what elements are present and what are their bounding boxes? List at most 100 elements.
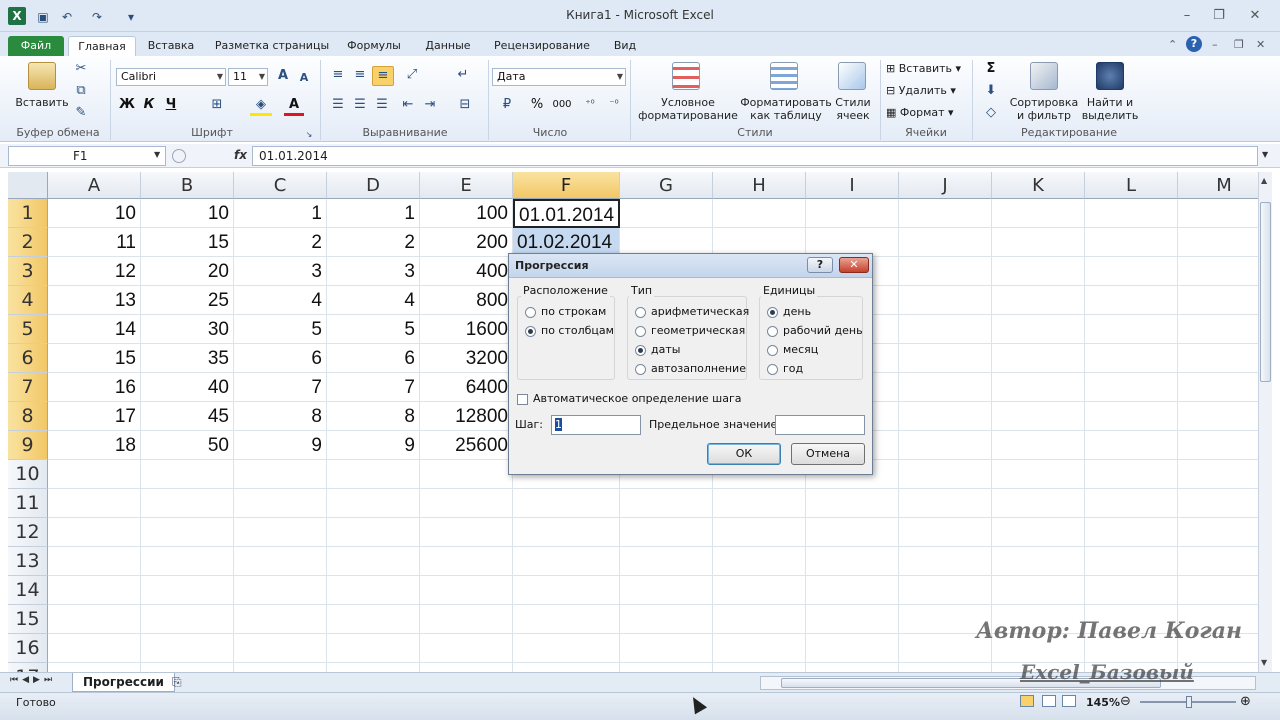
cell-i14[interactable]: [806, 576, 899, 605]
cell-j1[interactable]: [899, 199, 992, 228]
format-cells-button[interactable]: ▦ Формат ▾: [886, 106, 954, 119]
cell-f11[interactable]: [513, 489, 620, 518]
cell-g12[interactable]: [620, 518, 713, 547]
expand-formula-bar-icon[interactable]: ▼: [1262, 150, 1268, 159]
row-header-13[interactable]: 13: [8, 547, 48, 576]
cell-h16[interactable]: [713, 634, 806, 663]
zoom-out-icon[interactable]: ⊖: [1120, 693, 1131, 711]
cell-styles-button[interactable]: Стили ячеек: [828, 96, 878, 122]
cell-k2[interactable]: [992, 228, 1085, 257]
vertical-scrollbar[interactable]: ▲ ▼: [1258, 172, 1272, 672]
cell-b5[interactable]: 30: [141, 315, 234, 344]
cell-m5[interactable]: [1178, 315, 1258, 344]
cell-h12[interactable]: [713, 518, 806, 547]
row-header-10[interactable]: 10: [8, 460, 48, 489]
radio-workday[interactable]: рабочий день: [767, 323, 863, 339]
cell-e9[interactable]: 25600: [420, 431, 513, 460]
cell-h11[interactable]: [713, 489, 806, 518]
format-as-table-button[interactable]: Форматировать как таблицу: [740, 96, 832, 122]
cell-e12[interactable]: [420, 518, 513, 547]
cell-k13[interactable]: [992, 547, 1085, 576]
decrease-decimal-icon[interactable]: ⁻⁰: [604, 96, 624, 116]
cell-l11[interactable]: [1085, 489, 1178, 518]
tab-review[interactable]: Рецензирование: [490, 36, 594, 56]
cell-b11[interactable]: [141, 489, 234, 518]
row-header-5[interactable]: 5: [8, 315, 48, 344]
clear-icon[interactable]: ◇: [980, 104, 1002, 124]
cell-a13[interactable]: [48, 547, 141, 576]
cell-f15[interactable]: [513, 605, 620, 634]
name-box[interactable]: F1: [8, 146, 166, 166]
cell-m2[interactable]: [1178, 228, 1258, 257]
row-header-15[interactable]: 15: [8, 605, 48, 634]
cell-j14[interactable]: [899, 576, 992, 605]
normal-view-icon[interactable]: [1020, 695, 1034, 707]
cell-g17[interactable]: [620, 663, 713, 672]
cell-i17[interactable]: [806, 663, 899, 672]
row-header-9[interactable]: 9: [8, 431, 48, 460]
cell-j4[interactable]: [899, 286, 992, 315]
font-size-combo[interactable]: 11 ▼: [228, 68, 268, 86]
find-select-button[interactable]: Найти и выделить: [1078, 96, 1142, 122]
align-center-icon[interactable]: ☰: [350, 96, 370, 116]
cell-k8[interactable]: [992, 402, 1085, 431]
row-header-3[interactable]: 3: [8, 257, 48, 286]
cell-d11[interactable]: [327, 489, 420, 518]
conditional-formatting-icon[interactable]: [672, 62, 700, 90]
cell-k11[interactable]: [992, 489, 1085, 518]
align-middle-icon[interactable]: ≡: [350, 66, 370, 86]
cell-d5[interactable]: 5: [327, 315, 420, 344]
cell-m1[interactable]: [1178, 199, 1258, 228]
cell-h15[interactable]: [713, 605, 806, 634]
italic-button[interactable]: К: [140, 96, 158, 116]
cell-c6[interactable]: 6: [234, 344, 327, 373]
delete-cells-button[interactable]: ⊟ Удалить ▾: [886, 84, 956, 97]
cell-i12[interactable]: [806, 518, 899, 547]
cell-b6[interactable]: 35: [141, 344, 234, 373]
cell-k7[interactable]: [992, 373, 1085, 402]
close-icon[interactable]: ✕: [1240, 6, 1270, 26]
cell-i1[interactable]: [806, 199, 899, 228]
cell-f12[interactable]: [513, 518, 620, 547]
column-header-d[interactable]: D: [327, 172, 420, 199]
cell-e3[interactable]: 400: [420, 257, 513, 286]
cell-c4[interactable]: 4: [234, 286, 327, 315]
paste-icon[interactable]: [28, 62, 56, 90]
align-right-icon[interactable]: ☰: [372, 96, 392, 116]
dialog-title-bar[interactable]: Прогрессия ? ✕: [509, 254, 872, 278]
cell-c8[interactable]: 8: [234, 402, 327, 431]
radio-geometric[interactable]: геометрическая: [635, 323, 745, 339]
cell-b16[interactable]: [141, 634, 234, 663]
conditional-formatting-button[interactable]: Условное форматирование: [636, 96, 740, 122]
cell-g15[interactable]: [620, 605, 713, 634]
cell-c16[interactable]: [234, 634, 327, 663]
page-layout-view-icon[interactable]: [1042, 695, 1056, 707]
zoom-level[interactable]: 145%: [1086, 694, 1120, 712]
cell-e11[interactable]: [420, 489, 513, 518]
cell-e2[interactable]: 200: [420, 228, 513, 257]
cell-j11[interactable]: [899, 489, 992, 518]
cell-l4[interactable]: [1085, 286, 1178, 315]
fill-icon[interactable]: ⬇: [980, 82, 1002, 102]
tab-file[interactable]: Файл: [8, 36, 64, 56]
cell-c2[interactable]: 2: [234, 228, 327, 257]
cell-j10[interactable]: [899, 460, 992, 489]
dialog-close-button[interactable]: ✕: [839, 257, 869, 273]
row-header-12[interactable]: 12: [8, 518, 48, 547]
insert-sheet-icon[interactable]: ⎘: [172, 675, 182, 690]
cell-a16[interactable]: [48, 634, 141, 663]
cell-k9[interactable]: [992, 431, 1085, 460]
cell-e6[interactable]: 3200: [420, 344, 513, 373]
tab-formulas[interactable]: Формулы: [344, 36, 404, 56]
cell-d3[interactable]: 3: [327, 257, 420, 286]
cut-icon[interactable]: ✂: [72, 60, 90, 80]
cell-e16[interactable]: [420, 634, 513, 663]
cell-c5[interactable]: 5: [234, 315, 327, 344]
cell-a6[interactable]: 15: [48, 344, 141, 373]
radio-arithmetic[interactable]: арифметическая: [635, 304, 749, 320]
column-header-m[interactable]: M: [1178, 172, 1258, 199]
restore-icon[interactable]: ❐: [1204, 6, 1234, 26]
cell-m10[interactable]: [1178, 460, 1258, 489]
fill-color-icon[interactable]: ◈: [250, 96, 272, 116]
cell-h14[interactable]: [713, 576, 806, 605]
